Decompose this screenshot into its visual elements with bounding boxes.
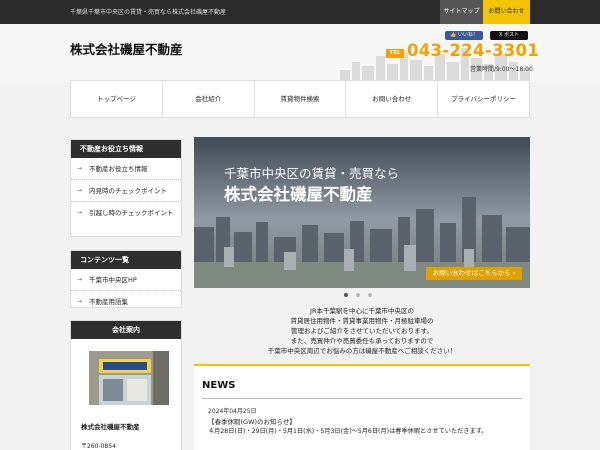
- news-section: NEWS 2024年04月25日 【春季休暇(GW)のお知らせ】 ４月28日(日…: [194, 364, 530, 450]
- sidebar-item-label: 引越し時のチェックポイント: [89, 209, 174, 217]
- news-title: NEWS: [202, 380, 236, 391]
- sidebar-item-label: 不動産お役立ち情報: [89, 165, 148, 173]
- nav-top-page[interactable]: トップページ: [71, 81, 163, 117]
- global-nav: トップページ 会社紹介 賃貸物件検索 お問い合わせ プライバシーポリシー: [70, 80, 530, 118]
- arrow-right-icon: →: [77, 165, 83, 172]
- news-date: 2024年04月25日: [208, 408, 257, 415]
- sidebar-contents: コンテンツ一覧 → 千葉市中央区HP → 不動産用語集: [70, 250, 182, 308]
- company-logo[interactable]: 株式会社磯屋不動産: [70, 39, 183, 58]
- hero-title: 株式会社磯屋不動産: [224, 185, 373, 204]
- sidebar-item-glossary[interactable]: → 不動産用語集: [71, 291, 181, 313]
- intro-line: また、売買仲介や売買委任も承っておりますので: [290, 337, 434, 345]
- tel-label: TEL: [386, 49, 404, 58]
- sidebar-item-label: 千葉市中央区HP: [89, 276, 137, 284]
- slider-dot-3[interactable]: [368, 293, 372, 297]
- intro-line: 千葉市中央区周辺でお悩みの方は磯屋不動産へご相談ください！: [267, 347, 457, 355]
- storefront-photo: [89, 351, 169, 405]
- facebook-like-button[interactable]: 👍 いいね！: [445, 31, 483, 40]
- sidebar-item-label: 内見時のチェックポイント: [89, 187, 167, 195]
- arrow-right-icon: →: [77, 298, 83, 305]
- intro-line: 管理およびご紹介をさせていただいております。: [291, 327, 433, 335]
- company-zip: 〒260-0854: [81, 443, 116, 450]
- contact-link[interactable]: お問い合わせ: [483, 0, 530, 24]
- sidebar-item-chuo-ward-hp[interactable]: → 千葉市中央区HP: [71, 269, 181, 291]
- news-divider: [202, 398, 522, 399]
- phone-number[interactable]: 043-224-3301: [407, 41, 539, 60]
- sitemap-link[interactable]: サイトマップ: [440, 0, 483, 24]
- sidebar-item-useful-info[interactable]: → 不動産お役立ち情報: [71, 158, 181, 180]
- top-bar: 千葉県千葉市中央区の賃貸・売買なら株式会社磯屋不動産 サイトマップ お問い合わせ: [0, 0, 600, 24]
- sidebar-heading: 会社案内: [71, 321, 181, 339]
- header: 株式会社磯屋不動産 👍 いいね！ X ポスト TEL 043-224-3301 …: [0, 24, 600, 82]
- company-name: 株式会社磯屋不動産: [81, 423, 140, 431]
- intro-line: 賃貸居住用物件・賃貸事業用物件・月極駐車場の: [290, 317, 434, 325]
- sidebar-item-moving-checkpoints[interactable]: → 引越し時のチェックポイント: [71, 202, 181, 224]
- news-headline[interactable]: 【春季休暇(GW)のお知らせ】: [208, 416, 296, 426]
- intro-line: JR本千葉駅を中心に千葉市中央区の: [310, 307, 414, 315]
- arrow-right-icon: →: [77, 276, 83, 283]
- intro-text: JR本千葉駅を中心に千葉市中央区の 賃貸居住用物件・賃貸事業用物件・月極駐車場の…: [194, 306, 530, 356]
- slider-dots: [344, 293, 372, 297]
- nav-privacy-policy[interactable]: プライバシーポリシー: [438, 81, 529, 117]
- site-tagline: 千葉県千葉市中央区の賃貸・売買なら株式会社磯屋不動産: [70, 9, 227, 16]
- city-aerial-photo: [194, 137, 530, 288]
- hero-contact-button[interactable]: お問い合わせはこちらから ›: [426, 267, 522, 280]
- sidebar-item-label: 不動産用語集: [89, 298, 128, 306]
- business-hours: 営業時間/9:00〜18:00: [470, 66, 533, 73]
- slider-dot-2[interactable]: [356, 293, 360, 297]
- arrow-right-icon: →: [77, 209, 83, 216]
- sidebar-useful-info: 不動産お役立ち情報 → 不動産お役立ち情報 → 内見時のチェックポイント → 引…: [70, 139, 182, 237]
- news-body: ４月28日(日)・29日(月)・5月1日(水)・5月3日(金)～5月6日(月)は…: [208, 428, 488, 435]
- x-post-button[interactable]: X ポスト: [490, 31, 528, 40]
- sidebar-item-viewing-checkpoints[interactable]: → 内見時のチェックポイント: [71, 180, 181, 202]
- storefront-illustration: [89, 351, 169, 405]
- nav-contact[interactable]: お問い合わせ: [346, 81, 439, 117]
- hero-slider[interactable]: 千葉市中央区の賃貸・売買なら 株式会社磯屋不動産 お問い合わせはこちらから ›: [194, 137, 530, 288]
- hero-subtitle: 千葉市中央区の賃貸・売買なら: [224, 166, 400, 181]
- arrow-right-icon: →: [77, 187, 83, 194]
- sidebar-heading: 不動産お役立ち情報: [71, 140, 181, 158]
- sidebar-company-info: 会社案内 株式会社磯屋不動産 〒260-0854: [70, 320, 182, 450]
- sidebar-heading: コンテンツ一覧: [71, 251, 181, 269]
- slider-dot-1[interactable]: [344, 293, 348, 297]
- nav-rental-search[interactable]: 賃貸物件検索: [255, 81, 347, 117]
- nav-company[interactable]: 会社紹介: [163, 81, 255, 117]
